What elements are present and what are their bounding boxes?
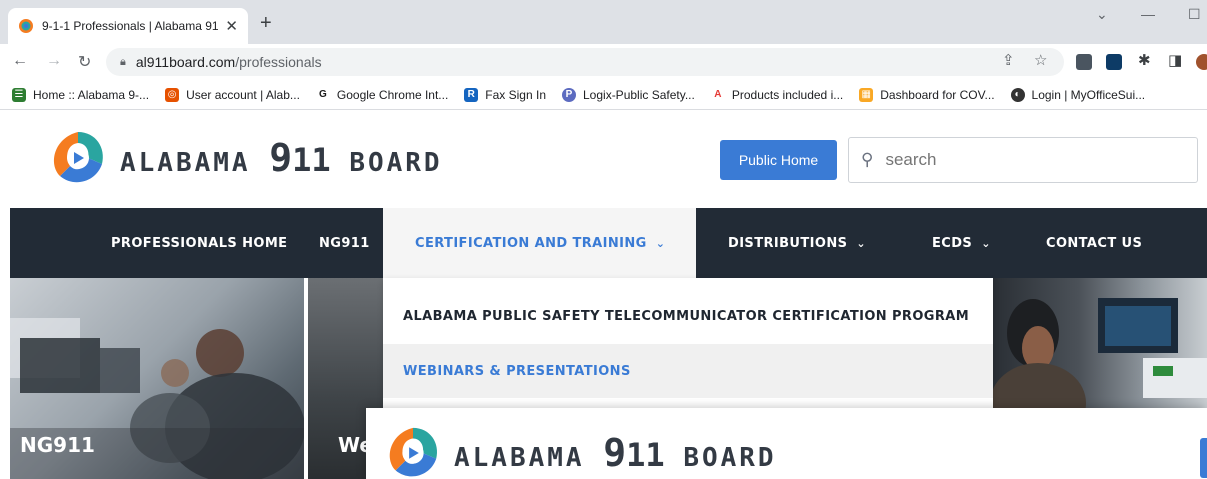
nav-contact-us[interactable]: CONTACT US	[1046, 208, 1142, 278]
lock-icon[interactable]: 🔒︎	[120, 56, 126, 69]
bookmark-label: Fax Sign In	[485, 87, 546, 102]
reload-icon[interactable]: ↻	[78, 52, 91, 72]
menu-item-telecommunicator-certification[interactable]: ALABAMA PUBLIC SAFETY TELECOMMUNICATOR C…	[383, 289, 993, 343]
alabama-911-logo-icon	[54, 132, 103, 183]
operator-tile[interactable]	[993, 278, 1207, 408]
bookmark-item[interactable]: ☰ Home :: Alabama 9-...	[12, 87, 150, 102]
bookmark-icon: ☰	[12, 87, 26, 102]
maximize-icon[interactable]: ☐	[1188, 6, 1201, 23]
bookmark-label: Products included i...	[731, 87, 844, 102]
main-navigation: PROFESSIONALS HOME NG911 CERTIFICATION A…	[10, 208, 1207, 278]
ng911-tile[interactable]: NG911	[10, 278, 304, 479]
new-tab-icon[interactable]: +	[260, 12, 272, 35]
profile-avatar[interactable]	[1196, 54, 1207, 70]
nav-distributions[interactable]: DISTRIBUTIONS ⌄	[728, 208, 866, 278]
bookmark-label: Login | MyOfficeSui...	[1031, 87, 1146, 102]
browser-tab[interactable]: 9-1-1 Professionals | Alabama 91 ✕	[8, 8, 248, 44]
bookmark-label: User account | Alab...	[186, 87, 300, 102]
bookmark-item[interactable]: G Google Chrome Int...	[315, 87, 449, 102]
ng911-tile-label: NG911	[20, 433, 95, 457]
bookmark-icon: A	[710, 87, 725, 102]
bookmark-icon: G	[315, 87, 330, 102]
bookmark-item[interactable]: ◎ User account | Alab...	[165, 87, 300, 102]
nav-ecds[interactable]: ECDS ⌄	[932, 208, 991, 278]
forward-arrow-icon[interactable]: →	[46, 52, 62, 70]
alabama-911-logo-icon	[389, 427, 438, 477]
bookmark-star-icon[interactable]: ☆	[1034, 51, 1047, 69]
address-bar[interactable]: 🔒︎ al911board.com/professionals	[106, 48, 1064, 76]
menu-item-webinars-presentations[interactable]: WEBINARS & PRESENTATIONS	[383, 344, 993, 398]
search-input[interactable]	[885, 150, 1186, 170]
share-icon[interactable]: ⇪	[1002, 51, 1015, 69]
logo-wordmark: ALABAMA 911 BOARD	[120, 136, 443, 180]
bookmark-label: Home :: Alabama 9-...	[33, 87, 150, 102]
tab-title: 9-1-1 Professionals | Alabama 91	[42, 19, 219, 33]
url-host: al911board.com	[135, 54, 236, 70]
bookmark-item[interactable]: A Products included i...	[710, 87, 844, 102]
extensions-puzzle-icon[interactable]: ✱	[1138, 51, 1151, 69]
browser-toolbar: ← → ↻ 🔒︎ al911board.com/professionals ⇪ …	[0, 44, 1207, 80]
tab-search-icon[interactable]: ⌄	[1096, 6, 1108, 23]
chevron-down-icon: ⌄	[981, 236, 991, 250]
bookmark-item[interactable]: ▦ Dashboard for COV...	[859, 87, 995, 102]
bookmark-icon: ◐	[1010, 87, 1025, 102]
extension-icon[interactable]	[1106, 54, 1122, 70]
bookmark-icon: R	[464, 87, 479, 102]
browser-tab-strip: 9-1-1 Professionals | Alabama 91 ✕ + ⌄ —…	[0, 0, 1207, 44]
nav-professionals-home[interactable]: PROFESSIONALS HOME	[111, 208, 287, 278]
nav-ng911[interactable]: NG911	[319, 208, 370, 278]
extension-icon[interactable]	[1076, 54, 1092, 70]
chevron-down-icon: ⌄	[856, 236, 866, 250]
chevron-down-icon: ⌄	[655, 236, 666, 250]
logo-wordmark: ALABAMA 911 BOARD	[454, 431, 777, 475]
public-home-button[interactable]: Public Home	[720, 140, 837, 180]
bookmark-label: Logix-Public Safety...	[583, 87, 695, 102]
minimize-icon[interactable]: —	[1141, 6, 1155, 22]
side-panel-icon[interactable]: ◨	[1168, 51, 1182, 69]
bookmark-label: Dashboard for COV...	[880, 87, 995, 102]
overlapping-window: ALABAMA 911 BOARD	[366, 408, 1207, 479]
operator-tile-photo	[993, 298, 1207, 408]
certification-dropdown-menu: ALABAMA PUBLIC SAFETY TELECOMMUNICATOR C…	[383, 278, 993, 408]
site-logo[interactable]: ALABAMA 911 BOARD	[384, 424, 777, 479]
bookmark-item[interactable]: R Fax Sign In	[464, 87, 546, 102]
back-arrow-icon[interactable]: ←	[12, 52, 28, 70]
bookmark-item[interactable]: P Logix-Public Safety...	[562, 87, 695, 102]
bookmark-item[interactable]: ◐ Login | MyOfficeSui...	[1010, 87, 1146, 102]
public-home-button[interactable]	[1200, 438, 1207, 478]
site-logo[interactable]: ALABAMA 911 BOARD	[48, 128, 443, 188]
url-path: /professionals	[235, 54, 322, 70]
search-icon: ⚲	[861, 150, 874, 169]
bookmark-icon: P	[562, 87, 576, 102]
bookmark-label: Google Chrome Int...	[336, 87, 449, 102]
bookmark-icon: ▦	[859, 87, 874, 102]
tab-close-icon[interactable]: ✕	[225, 17, 238, 35]
bookmarks-bar: ☰ Home :: Alabama 9-... ◎ User account |…	[0, 80, 1207, 110]
search-field[interactable]: ⚲	[848, 137, 1198, 183]
nav-certification-and-training[interactable]: CERTIFICATION AND TRAINING ⌄	[383, 208, 696, 278]
bookmark-icon: ◎	[165, 87, 180, 102]
site-favicon-icon	[19, 19, 33, 33]
